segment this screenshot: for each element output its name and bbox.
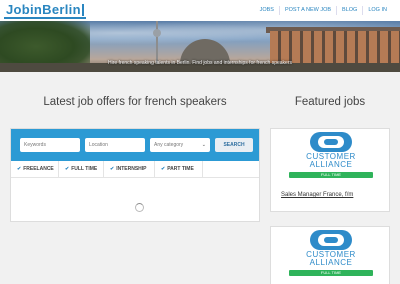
filter-label: INTERNSHIP	[116, 166, 147, 172]
speech-bubble-icon	[310, 230, 352, 250]
filter-label: FULL TIME	[71, 166, 98, 172]
job-search-panel: Keywords Location Any category ⌄ SEARCH …	[10, 128, 260, 222]
hero-caption: Hire french speaking talents in Berlin. …	[108, 60, 292, 66]
site-logo[interactable]: JobinBerlin	[4, 3, 86, 19]
company-logo: CUSTOMER ALLIANCE	[289, 230, 373, 270]
filter-full-time[interactable]: ✔ FULL TIME	[59, 161, 104, 178]
filter-label: PART TIME	[167, 166, 194, 172]
company-name-line2: ALLIANCE	[309, 258, 353, 267]
checkbox-checked-icon: ✔	[17, 166, 22, 172]
featured-job-card[interactable]: CUSTOMER ALLIANCE FULL TIME	[270, 226, 390, 284]
featured-job-card[interactable]: CUSTOMER ALLIANCE FULL TIME Sales Manage…	[270, 128, 390, 212]
filter-part-time[interactable]: ✔ PART TIME	[155, 161, 203, 178]
job-type-badge: FULL TIME	[289, 172, 373, 178]
company-name-line2: ALLIANCE	[309, 160, 353, 169]
nav-blog[interactable]: BLOG	[336, 6, 362, 15]
job-title-link[interactable]: Sales Manager France, f/m	[281, 192, 353, 198]
nav-login[interactable]: LOG IN	[362, 6, 392, 15]
search-button[interactable]: SEARCH	[215, 138, 253, 152]
location-input[interactable]: Location	[85, 138, 145, 152]
checkbox-checked-icon: ✔	[161, 166, 166, 172]
filter-internship[interactable]: ✔ INTERNSHIP	[104, 161, 155, 178]
filter-freelance[interactable]: ✔ FREELANCE	[11, 161, 59, 178]
loading-spinner-icon	[135, 203, 144, 212]
search-bar: Keywords Location Any category ⌄ SEARCH	[11, 129, 259, 161]
checkbox-checked-icon: ✔	[110, 166, 115, 172]
job-type-filters: ✔ FREELANCE ✔ FULL TIME ✔ INTERNSHIP ✔ PART …	[11, 161, 259, 178]
speech-bubble-icon	[310, 132, 352, 152]
featured-title: Featured jobs	[294, 96, 366, 108]
chevron-down-icon: ⌄	[201, 142, 206, 148]
nav-jobs[interactable]: JOBS	[255, 6, 279, 15]
tv-tower-sphere	[153, 29, 161, 37]
top-bar: JobinBerlin JOBS POST A NEW JOB BLOG LOG…	[0, 0, 400, 21]
main-nav: JOBS POST A NEW JOB BLOG LOG IN	[255, 0, 392, 21]
page-title: Latest job offers for french speakers	[43, 96, 227, 108]
logo-bar	[81, 4, 84, 16]
job-type-badge: FULL TIME	[289, 270, 373, 276]
category-select[interactable]: Any category ⌄	[150, 138, 210, 152]
filter-label: FREELANCE	[23, 166, 54, 172]
category-value: Any category	[154, 142, 184, 148]
keywords-input[interactable]: Keywords	[20, 138, 80, 152]
tv-tower	[156, 21, 158, 65]
company-logo: CUSTOMER ALLIANCE	[289, 132, 373, 172]
checkbox-checked-icon: ✔	[65, 166, 70, 172]
nav-post-job[interactable]: POST A NEW JOB	[278, 6, 336, 15]
logo-text: JobinBerlin	[6, 2, 81, 17]
hero-banner: Hire french speaking talents in Berlin. …	[0, 21, 400, 72]
